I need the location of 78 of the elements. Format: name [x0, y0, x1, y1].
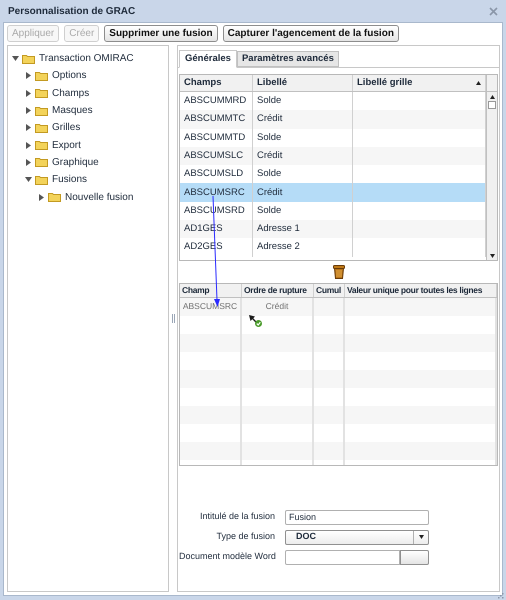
browse-button[interactable]: [400, 550, 429, 564]
splitter-handle[interactable]: [172, 314, 174, 323]
column-header[interactable]: Champs: [184, 76, 222, 90]
expand-arrow-icon[interactable]: [25, 158, 32, 166]
expand-arrow-icon[interactable]: [38, 194, 45, 201]
tree-item[interactable]: Nouvelle fusion: [65, 190, 134, 205]
table-cell: ABSCUMMRD: [184, 94, 246, 108]
tree-item[interactable]: Transaction OMIRAC: [39, 51, 134, 66]
table-cell: ABSCUMSRC: [182, 300, 238, 314]
column-header[interactable]: Champ: [182, 284, 210, 297]
folder-icon: [48, 192, 61, 202]
resize-grip-icon[interactable]: [498, 593, 504, 599]
table-cell: Crédit: [266, 300, 288, 314]
expand-arrow-icon[interactable]: [25, 107, 32, 114]
folder-icon: [35, 88, 48, 98]
dropdown[interactable]: DOC: [285, 530, 429, 544]
table-cell-text: Solde: [257, 204, 282, 218]
expand-arrow-icon[interactable]: [25, 72, 32, 80]
folder-icon: [35, 122, 48, 133]
toolbar-button[interactable]: Supprimer une fusion: [104, 25, 218, 42]
tree-item[interactable]: Masques: [52, 103, 93, 118]
folder-icon: [35, 157, 48, 168]
input-field[interactable]: [285, 550, 400, 564]
folder-icon: [35, 140, 48, 150]
table-row[interactable]: ABSCUMSRC Crédit: [180, 183, 486, 202]
table-cell: ABSCUMMTD: [184, 130, 246, 145]
collapse-arrow-icon[interactable]: [12, 55, 19, 62]
tree-item[interactable]: Export: [52, 138, 81, 153]
field-label: Intitulé de la fusion: [200, 511, 275, 522]
table-row[interactable]: ABSCUMMRD Solde: [180, 92, 486, 110]
folder-icon: [35, 70, 48, 81]
table-row[interactable]: ABSCUMSLD Solde: [180, 165, 486, 184]
bucket-icon[interactable]: [332, 265, 344, 279]
table-cell-text: Crédit: [257, 148, 282, 163]
window-title: Personnalisation de GRAC: [8, 4, 136, 18]
table-row[interactable]: ABSCUMMTC Crédit: [180, 110, 486, 129]
table-cell: ABSCUMSLD: [184, 167, 244, 182]
tree-item[interactable]: Fusions: [52, 172, 88, 188]
column-header[interactable]: Ordre de rupture: [244, 284, 307, 297]
tree-item[interactable]: Options: [52, 68, 86, 84]
folder-icon: [35, 174, 48, 185]
scroll-down-icon[interactable]: [490, 254, 494, 258]
column-header[interactable]: Cumul: [316, 284, 341, 297]
table-row[interactable]: ABSCUMSLC Crédit: [180, 146, 486, 166]
table-cell-text: ABSCUMSLC: [184, 148, 244, 163]
table-cell-text: Adresse 2: [257, 240, 300, 254]
collapse-arrow-icon[interactable]: [25, 176, 32, 184]
folder-icon: [35, 106, 48, 116]
column-header[interactable]: Valeur unique pour toutes les lignes: [347, 284, 482, 297]
table-cell: Solde: [257, 167, 282, 182]
table-cell: Solde: [257, 130, 282, 145]
table-cell-text: ABSCUMMTC: [184, 112, 246, 126]
field-label: Type de fusion: [216, 531, 275, 542]
table-cell-text: Crédit: [257, 186, 282, 200]
scrollbar-thumb[interactable]: [488, 101, 496, 109]
column-header[interactable]: Libellé grille: [357, 76, 412, 90]
table-cell: Solde: [257, 94, 282, 108]
table-cell: Adresse 1: [257, 222, 300, 236]
input-field[interactable]: Fusion: [285, 510, 429, 524]
table-row[interactable]: ABSCUMMTD Solde: [180, 128, 486, 147]
caret-icon: [418, 535, 424, 539]
scrollbar[interactable]: [486, 75, 497, 260]
tab[interactable]: Paramètres avancés: [236, 51, 339, 67]
expand-arrow-icon[interactable]: [25, 124, 32, 132]
tab[interactable]: Générales: [179, 50, 237, 68]
expand-arrow-icon[interactable]: [25, 90, 32, 97]
expand-arrow-icon[interactable]: [25, 142, 32, 149]
sort-ascending-icon[interactable]: [476, 81, 481, 85]
scroll-up-icon[interactable]: [490, 94, 494, 98]
table-cell-text: ABSCUMSRC: [184, 186, 245, 200]
tree-item[interactable]: Champs: [52, 86, 90, 101]
column-header[interactable]: Libellé: [257, 76, 288, 90]
folder-icon: [22, 54, 35, 64]
toolbar-button[interactable]: Capturer l'agencement de la fusion: [222, 25, 399, 42]
tree-item[interactable]: Grilles: [52, 120, 80, 136]
field-label: Document modèle Word: [179, 551, 276, 562]
tree-item[interactable]: Graphique: [52, 154, 99, 170]
table-cell-text: Crédit: [257, 112, 282, 126]
